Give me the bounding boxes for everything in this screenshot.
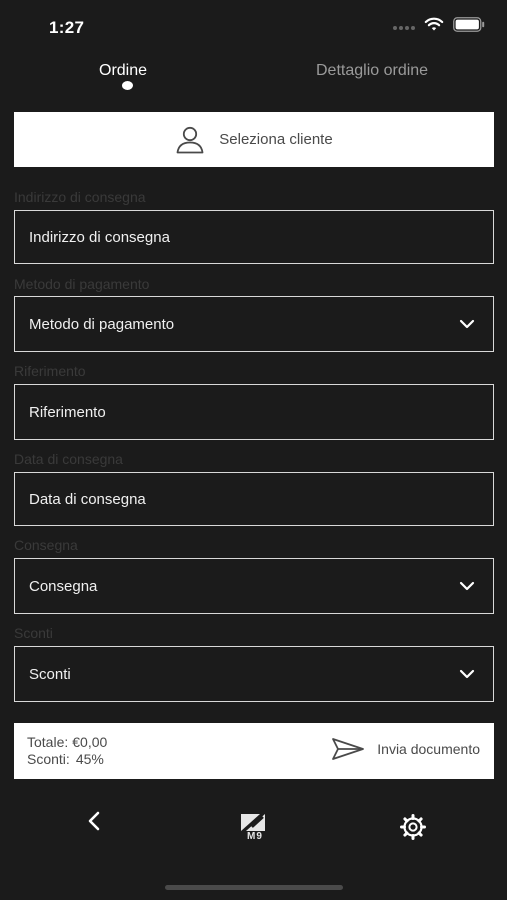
tab-dettaglio-ordine[interactable]: Dettaglio ordine [316, 62, 428, 80]
reference-field[interactable]: Riferimento [14, 384, 494, 440]
delivery-date-value: Data di consegna [29, 490, 146, 508]
m9-logo-text: M9 [247, 831, 263, 842]
reference-value: Riferimento [29, 403, 106, 421]
delivery-date-field[interactable]: Data di consegna [14, 472, 494, 526]
chevron-down-icon [459, 581, 475, 591]
send-icon [332, 738, 365, 760]
signal-icon [393, 25, 415, 30]
discount-row: Sconti: 45% [27, 751, 107, 768]
wifi-icon [424, 17, 444, 31]
home-indicator [165, 885, 343, 890]
select-client-label: Seleziona cliente [219, 131, 333, 148]
total-label: Totale: [27, 734, 69, 750]
discounts-value: Sconti [29, 665, 71, 683]
status-icons [393, 17, 485, 32]
send-document-label: Invia documento [377, 741, 480, 757]
totals: Totale: €0,00 Sconti: 45% [27, 734, 107, 768]
status-time: 1:27 [49, 18, 85, 37]
total-row: Totale: €0,00 [27, 734, 107, 751]
reference-label: Riferimento [14, 363, 86, 379]
battery-icon [453, 17, 485, 32]
active-tab-indicator [122, 81, 133, 90]
address-value: Indirizzo di consegna [29, 228, 170, 246]
gear-icon [400, 814, 426, 840]
delivery-value: Consegna [29, 577, 98, 595]
delivery-date-label: Data di consegna [14, 451, 123, 467]
total-value: €0,00 [72, 734, 108, 750]
select-client-button[interactable]: Seleziona cliente [14, 112, 494, 167]
person-icon [176, 126, 204, 153]
payment-method-value: Metodo di pagamento [29, 315, 175, 333]
settings-button[interactable] [399, 813, 427, 846]
back-button[interactable] [86, 810, 102, 837]
chevron-down-icon [459, 319, 475, 329]
delivery-select[interactable]: Consegna [14, 558, 494, 614]
payment-method-label: Metodo di pagamento [14, 276, 150, 292]
m9-logo[interactable]: M9 [238, 811, 270, 846]
top-tabs: Ordine Dettaglio ordine [0, 60, 507, 100]
discounts-select[interactable]: Sconti [14, 646, 494, 702]
delivery-label: Consegna [14, 537, 78, 553]
send-document-button[interactable]: Invia documento [331, 737, 480, 761]
back-icon [88, 811, 100, 831]
status-bar: 1:27 [0, 0, 507, 50]
address-label: Indirizzo di consegna [14, 189, 146, 205]
discounts-label: Sconti [14, 625, 53, 641]
order-summary-bar: Totale: €0,00 Sconti: 45% Invia document… [14, 723, 494, 779]
discount-summary-label: Sconti: [27, 751, 70, 767]
tab-ordine[interactable]: Ordine [99, 62, 147, 80]
address-field[interactable]: Indirizzo di consegna [14, 210, 494, 264]
bottom-nav: M9 [0, 805, 507, 850]
discount-summary-value: 45% [75, 751, 104, 767]
payment-method-select[interactable]: Metodo di pagamento [14, 296, 494, 352]
chevron-down-icon [459, 669, 475, 679]
